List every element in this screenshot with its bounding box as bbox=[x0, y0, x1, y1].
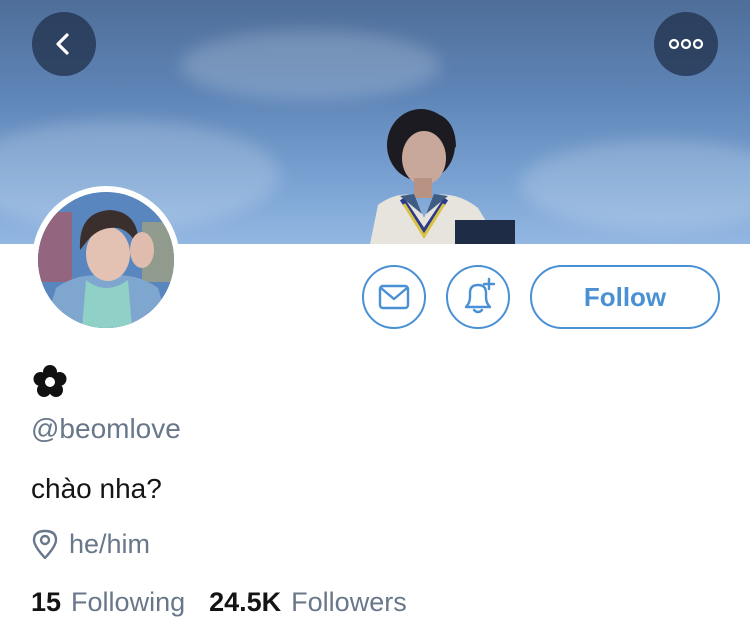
followers-label: Followers bbox=[291, 587, 407, 617]
avatar[interactable] bbox=[32, 186, 180, 334]
follow-button[interactable]: Follow bbox=[530, 265, 720, 329]
following-label: Following bbox=[71, 587, 186, 617]
location-text: he/him bbox=[69, 528, 151, 559]
back-button[interactable] bbox=[32, 12, 96, 76]
message-button[interactable] bbox=[362, 265, 426, 329]
profile-stats: 15 Following 24.5K Followers bbox=[31, 587, 407, 618]
notifications-button[interactable] bbox=[446, 265, 510, 329]
followers-stat[interactable]: 24.5K Followers bbox=[209, 587, 407, 618]
bell-plus-icon bbox=[464, 277, 496, 314]
profile-location: he/him bbox=[31, 528, 150, 560]
flower-icon bbox=[33, 365, 67, 397]
location-pin-icon bbox=[32, 529, 58, 560]
following-count: 15 bbox=[31, 587, 62, 617]
envelope-icon bbox=[378, 284, 410, 310]
profile-bio: chào nha? bbox=[31, 473, 162, 504]
following-stat[interactable]: 15 Following bbox=[31, 587, 185, 618]
more-options-button[interactable] bbox=[654, 12, 718, 76]
more-horizontal-icon bbox=[668, 38, 704, 50]
profile-handle: @beomlove bbox=[31, 413, 181, 444]
avatar-photo bbox=[38, 192, 174, 328]
chevron-left-icon bbox=[56, 33, 69, 55]
followers-count: 24.5K bbox=[209, 587, 282, 617]
avatar-person bbox=[38, 192, 174, 328]
